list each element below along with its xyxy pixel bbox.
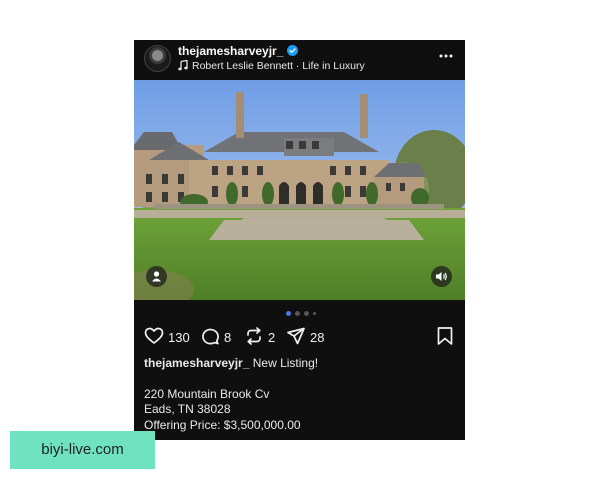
post-caption: thejamesharveyjr_ New Listing! (144, 356, 459, 370)
post-photo[interactable] (134, 80, 465, 300)
mansion-photo (134, 80, 465, 300)
music-note-icon (178, 60, 188, 71)
avatar[interactable] (144, 45, 171, 72)
volume-button[interactable] (431, 266, 452, 287)
address-line-2: Eads, TN 38028 (144, 402, 231, 416)
comment-icon (202, 328, 219, 345)
repost-count: 2 (268, 330, 276, 345)
comment-button[interactable]: 8 (200, 326, 236, 348)
post-header: thejamesharveyjr_ Robert Leslie Bennett … (134, 40, 465, 80)
carousel-dot (313, 312, 316, 315)
verified-badge-icon (287, 45, 298, 56)
price-line: Offering Price: $3,500,000.00 (144, 418, 301, 432)
person-tag-icon (152, 271, 161, 282)
like-count: 130 (168, 330, 190, 345)
carousel-dot (304, 311, 309, 316)
repost-button[interactable]: 2 (244, 326, 280, 348)
caption-username[interactable]: thejamesharveyjr_ (144, 356, 249, 370)
like-button[interactable]: 130 (144, 326, 192, 348)
threads-post: thejamesharveyjr_ Robert Leslie Bennett … (134, 40, 465, 440)
post-actions: 130 8 2 28 (134, 326, 465, 350)
share-count: 28 (310, 330, 325, 345)
caption-text: New Listing! (252, 356, 319, 370)
person-tag-button[interactable] (146, 266, 167, 287)
heart-icon (144, 327, 164, 344)
carousel-dot-active (286, 311, 291, 316)
username-link[interactable]: thejamesharveyjr_ (178, 44, 283, 58)
comment-count: 8 (224, 330, 232, 345)
carousel-dot (295, 311, 300, 316)
volume-icon (436, 272, 447, 281)
share-button[interactable]: 28 (286, 326, 330, 348)
more-options-icon[interactable] (439, 54, 453, 58)
repost-icon (247, 327, 261, 345)
bookmark-button[interactable] (436, 326, 456, 348)
address-line-1: 220 Mountain Brook Cv (144, 387, 270, 401)
share-icon (287, 327, 305, 345)
music-label: Robert Leslie Bennett · Life in Luxury (192, 60, 365, 72)
bookmark-icon (437, 327, 453, 345)
watermark-label: biyi-live.com (10, 431, 155, 469)
